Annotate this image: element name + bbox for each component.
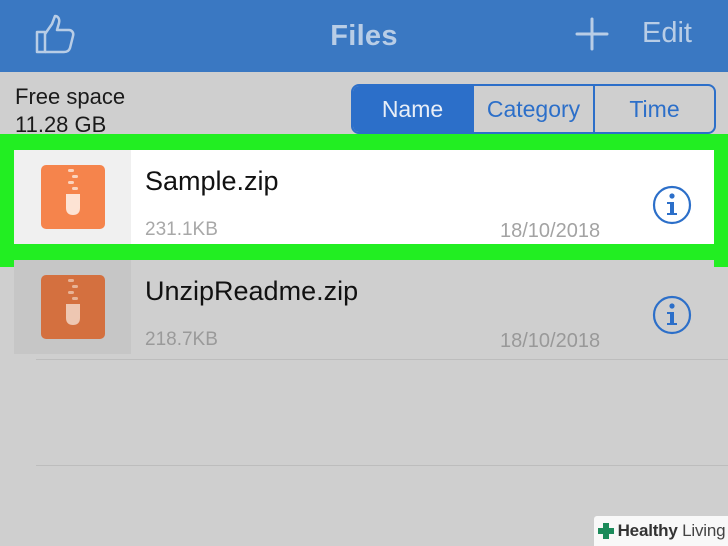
free-space-label: Free space [15,84,126,109]
watermark-brand: Healthy [617,521,678,540]
nav-bar: Files Edit [0,0,728,72]
page-title: Files [330,19,398,52]
watermark-text: Healthy Living [618,521,726,541]
add-button[interactable] [574,16,610,52]
like-button[interactable] [34,14,76,54]
file-name: UnzipReadme.zip [145,276,359,306]
thumbs-up-icon [35,14,75,54]
sort-by-name-tab[interactable]: Name [353,86,472,132]
file-thumbnail [14,260,131,354]
watermark-logo: Healthy Living [594,516,728,546]
watermark-brand-light: Living [682,521,726,540]
file-size: 231.1KB [145,219,218,240]
file-info-button[interactable] [651,184,693,226]
file-row[interactable]: Sample.zip 231.1KB 18/10/2018 [14,150,714,244]
file-date: 18/10/2018 [500,330,601,352]
zip-file-icon [40,275,105,339]
sort-by-time-tab[interactable]: Time [593,86,714,132]
zip-file-icon [40,165,105,229]
edit-button[interactable]: Edit [642,17,692,50]
info-icon [652,185,692,225]
info-icon [652,295,692,335]
free-space-info: Free space 11.28 GB [15,83,125,139]
file-size: 218.7KB [145,329,218,350]
plus-icon [575,17,609,51]
file-name: Sample.zip [145,166,279,196]
file-info-button[interactable] [651,294,693,336]
file-date: 18/10/2018 [500,220,601,242]
list-divider [36,465,728,466]
list-divider [36,359,728,360]
file-thumbnail [14,150,131,244]
sort-by-category-tab[interactable]: Category [472,86,593,132]
sort-segmented-control: Name Category Time [351,84,716,134]
file-row[interactable]: UnzipReadme.zip 218.7KB 18/10/2018 [14,260,714,354]
health-cross-icon [597,523,614,539]
